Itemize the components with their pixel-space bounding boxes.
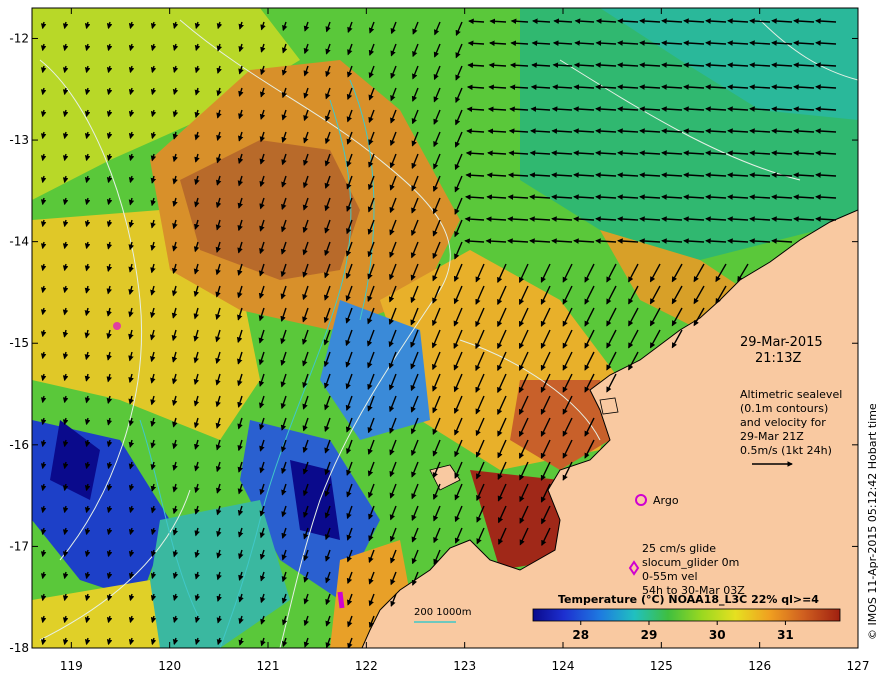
altimetric-line2: (0.1m contours)	[740, 402, 828, 415]
island	[599, 397, 619, 415]
y-tick-label: -15	[9, 336, 29, 350]
altimetric-line4: 29-Mar 21Z	[740, 430, 804, 443]
velocity-arrow	[467, 62, 485, 69]
x-tick-label: 120	[158, 659, 181, 673]
x-tick-label: 121	[257, 659, 280, 673]
glider-line3: 0-55m vel	[642, 570, 698, 583]
y-tick-label: -14	[9, 235, 29, 249]
sst-field	[32, 8, 858, 648]
copyright-note: © IMOS 11-Apr-2015 05:12:42 Hobart time	[866, 403, 879, 640]
colorbar-tick-label: 31	[777, 628, 794, 642]
time-label: 21:13Z	[755, 351, 801, 366]
colorbar-tick-label: 28	[572, 628, 589, 642]
date-label: 29-Mar-2015	[740, 335, 823, 350]
x-tick-label: 126	[748, 659, 771, 673]
colorbar-tick-label: 29	[641, 628, 658, 642]
y-tick-label: -16	[9, 438, 29, 452]
pink-marker	[113, 322, 121, 330]
altimetric-line3: and velocity for	[740, 416, 826, 429]
glider-line1: 25 cm/s glide	[642, 542, 716, 555]
velocity-arrow	[468, 18, 485, 25]
x-tick-label: 123	[453, 659, 476, 673]
bathy-legend-label: 200 1000m	[414, 607, 471, 618]
colorbar	[532, 608, 841, 622]
altimetric-line5: 0.5m/s (1kt 24h)	[740, 444, 832, 457]
colorbar-title: Temperature (°C) NOAA18_L3C 22% ql>=4	[558, 593, 819, 606]
glider-line2: slocum_glider 0m	[642, 556, 739, 569]
x-tick-label: 119	[60, 659, 83, 673]
x-tick-label: 124	[552, 659, 575, 673]
sst-map: 119 120 121 122 123 124 125 126 127 -12 -13 -14 -15…	[9, 7, 870, 673]
argo-label: Argo	[653, 494, 679, 507]
velocity-arrow	[467, 40, 485, 47]
altimetric-line1: Altimetric sealevel	[740, 388, 842, 401]
velocity-arrow	[489, 18, 507, 25]
colorbar-tick-label: 30	[709, 628, 726, 642]
x-tick-label: 122	[355, 659, 378, 673]
y-tick-label: -17	[9, 539, 29, 553]
x-tick-label: 125	[650, 659, 673, 673]
y-tick-label: -18	[9, 641, 29, 655]
y-tick-label: -13	[9, 133, 29, 147]
y-tick-label: -12	[9, 31, 29, 45]
x-tick-label: 127	[847, 659, 870, 673]
